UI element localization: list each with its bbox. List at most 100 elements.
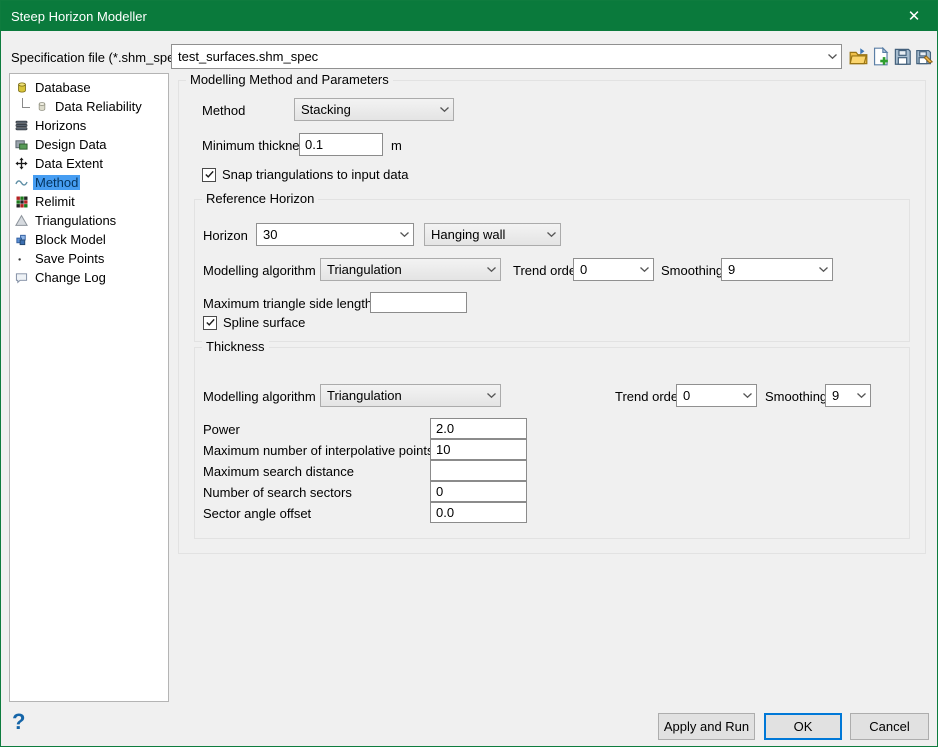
ref-trend-order-combobox[interactable]: 0	[573, 258, 654, 281]
power-label: Power	[203, 422, 240, 437]
method-icon	[14, 176, 29, 190]
chevron-down-icon[interactable]	[486, 392, 497, 399]
design-data-icon	[14, 138, 29, 152]
spline-surface-checkbox[interactable]: Spline surface	[203, 315, 305, 330]
thick-smoothing-combobox[interactable]: 9	[825, 384, 871, 407]
thick-modelling-algorithm-value: Triangulation	[327, 388, 402, 403]
minimum-thickness-label: Minimum thickness	[202, 138, 313, 153]
reference-horizon-group-title: Reference Horizon	[202, 191, 318, 206]
ref-modelling-algorithm-combobox[interactable]: Triangulation	[320, 258, 501, 281]
triangulations-icon	[14, 214, 29, 228]
ref-smoothing-combobox[interactable]: 9	[721, 258, 833, 281]
ok-button[interactable]: OK	[764, 713, 842, 740]
max-triangle-side-input[interactable]	[370, 292, 467, 313]
snap-triangulations-checkbox[interactable]: Snap triangulations to input data	[202, 167, 408, 182]
horizon-combobox[interactable]: 30	[256, 223, 414, 246]
modelling-method-group-title: Modelling Method and Parameters	[186, 72, 393, 87]
help-button[interactable]: ?	[12, 709, 25, 735]
thickness-group-title: Thickness	[202, 339, 269, 354]
thick-smoothing-label: Smoothing	[765, 389, 827, 404]
chevron-down-icon[interactable]	[639, 266, 650, 273]
open-folder-icon[interactable]	[848, 46, 869, 67]
horizon-value: 30	[263, 227, 277, 242]
max-search-distance-label: Maximum search distance	[203, 464, 354, 479]
thick-modelling-algorithm-label: Modelling algorithm	[203, 389, 316, 404]
max-interpolative-points-label: Maximum number of interpolative points	[203, 443, 434, 458]
tree-item-change-log[interactable]: Change Log	[10, 268, 168, 287]
close-icon: ✕	[908, 7, 921, 25]
thick-trend-order-combobox[interactable]: 0	[676, 384, 757, 407]
tree-item-relimit[interactable]: Relimit	[10, 192, 168, 211]
database-icon	[14, 81, 29, 95]
minimum-thickness-input[interactable]	[299, 133, 383, 156]
checkbox-checked-icon	[202, 168, 216, 182]
title-bar: Steep Horizon Modeller ✕	[1, 1, 937, 31]
modelling-method-groupbox: Modelling Method and Parameters Method S…	[178, 80, 926, 554]
block-model-icon	[14, 233, 29, 247]
thick-modelling-algorithm-combobox[interactable]: Triangulation	[320, 384, 501, 407]
method-value: Stacking	[301, 102, 351, 117]
tree-item-method[interactable]: Method	[10, 173, 168, 192]
checkbox-checked-icon	[203, 316, 217, 330]
tree-item-data-reliability[interactable]: Data Reliability	[10, 97, 168, 116]
window-title: Steep Horizon Modeller	[1, 9, 147, 24]
thick-trend-order-label: Trend order	[615, 389, 682, 404]
data-extent-icon	[14, 157, 29, 171]
tree-item-block-model[interactable]: Block Model	[10, 230, 168, 249]
chevron-down-icon[interactable]	[827, 53, 838, 60]
ref-modelling-algorithm-label: Modelling algorithm	[203, 263, 316, 278]
tree-item-data-extent[interactable]: Data Extent	[10, 154, 168, 173]
change-log-icon	[14, 271, 29, 285]
snap-triangulations-label: Snap triangulations to input data	[222, 167, 408, 182]
ref-smoothing-value: 9	[728, 262, 735, 277]
import-file-icon[interactable]	[870, 46, 891, 67]
search-sectors-label: Number of search sectors	[203, 485, 352, 500]
ref-smoothing-label: Smoothing	[661, 263, 723, 278]
chevron-down-icon[interactable]	[742, 392, 753, 399]
ref-trend-order-value: 0	[580, 262, 587, 277]
spline-surface-label: Spline surface	[223, 315, 305, 330]
spec-file-value: test_surfaces.shm_spec	[178, 49, 318, 64]
navigation-tree: Database Data Reliability Horizons Desig…	[9, 73, 169, 702]
apply-and-run-button[interactable]: Apply and Run	[658, 713, 755, 740]
chevron-down-icon[interactable]	[399, 231, 410, 238]
wall-type-value: Hanging wall	[431, 227, 505, 242]
close-button[interactable]: ✕	[891, 1, 937, 31]
tree-item-triangulations[interactable]: Triangulations	[10, 211, 168, 230]
minimum-thickness-unit: m	[391, 138, 402, 153]
horizon-label: Horizon	[203, 228, 248, 243]
power-input[interactable]	[430, 418, 527, 439]
tree-item-horizons[interactable]: Horizons	[10, 116, 168, 135]
max-triangle-side-label: Maximum triangle side length	[203, 296, 372, 311]
max-interpolative-points-input[interactable]	[430, 439, 527, 460]
thick-trend-order-value: 0	[683, 388, 690, 403]
chevron-down-icon[interactable]	[546, 231, 557, 238]
ref-modelling-algorithm-value: Triangulation	[327, 262, 402, 277]
chevron-down-icon[interactable]	[856, 392, 867, 399]
tree-item-database[interactable]: Database	[10, 78, 168, 97]
spec-file-label: Specification file (*.shm_spec)	[11, 50, 185, 65]
save-as-icon[interactable]	[914, 46, 935, 67]
max-search-distance-input[interactable]	[430, 460, 527, 481]
method-combobox[interactable]: Stacking	[294, 98, 454, 121]
horizons-icon	[14, 119, 29, 133]
sector-angle-offset-input[interactable]	[430, 502, 527, 523]
relimit-icon	[14, 195, 29, 209]
tree-item-save-points[interactable]: Save Points	[10, 249, 168, 268]
thick-smoothing-value: 9	[832, 388, 839, 403]
cancel-button[interactable]: Cancel	[850, 713, 929, 740]
chevron-down-icon[interactable]	[818, 266, 829, 273]
chevron-down-icon[interactable]	[439, 106, 450, 113]
wall-type-combobox[interactable]: Hanging wall	[424, 223, 561, 246]
database-small-icon	[34, 100, 49, 114]
tree-item-design-data[interactable]: Design Data	[10, 135, 168, 154]
chevron-down-icon[interactable]	[486, 266, 497, 273]
steep-horizon-modeller-dialog: Steep Horizon Modeller ✕ Specification f…	[0, 0, 938, 747]
sector-angle-offset-label: Sector angle offset	[203, 506, 311, 521]
thickness-groupbox: Thickness Modelling algorithm Triangulat…	[194, 347, 910, 539]
search-sectors-input[interactable]	[430, 481, 527, 502]
save-icon[interactable]	[892, 46, 913, 67]
spec-file-combobox[interactable]: test_surfaces.shm_spec	[171, 44, 842, 69]
reference-horizon-groupbox: Reference Horizon Horizon 30 Hanging wal…	[194, 199, 910, 342]
tree-connector	[22, 98, 30, 108]
